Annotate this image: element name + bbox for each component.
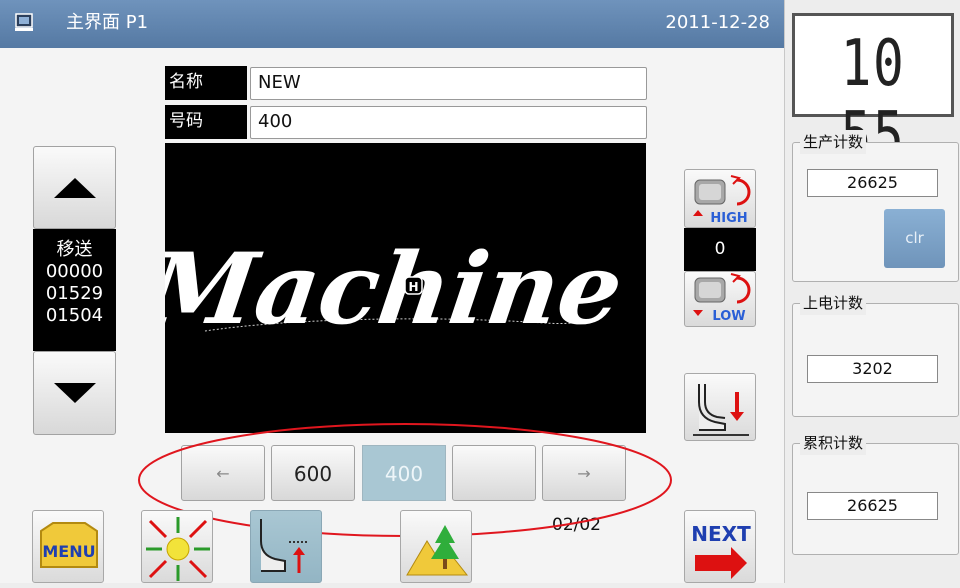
- svg-text:HIGH: HIGH: [710, 211, 747, 226]
- next-button[interactable]: NEXT: [684, 510, 756, 583]
- thread-trim-button[interactable]: [250, 510, 322, 583]
- speed-high-button[interactable]: HIGH: [684, 169, 756, 228]
- pattern-preview: Machine H: [165, 143, 646, 433]
- name-field[interactable]: NEW: [250, 67, 647, 100]
- speed-value: 0: [684, 228, 756, 271]
- number-field[interactable]: 400: [250, 106, 647, 139]
- sun-origin-icon: [146, 517, 210, 581]
- down-arrow-icon: [53, 383, 96, 403]
- feed-value-2: 01504: [45, 305, 104, 326]
- presser-foot-button[interactable]: [684, 373, 756, 441]
- cumulative-counter-group: 累积计数 26625: [792, 431, 959, 555]
- svg-text:LOW: LOW: [712, 309, 745, 324]
- motor-low-icon: LOW: [693, 273, 751, 324]
- home-marker-label: H: [408, 280, 418, 294]
- origin-button[interactable]: [141, 510, 213, 583]
- clock-display: 10 55: [792, 13, 954, 172]
- next-arrow-icon: NEXT: [691, 522, 751, 579]
- production-counter-value: 26625: [807, 169, 938, 197]
- power-on-counter-group: 上电计数 3202: [792, 291, 959, 417]
- motor-high-icon: HIGH: [693, 175, 751, 226]
- monitor-icon: [15, 13, 33, 31]
- number-label: 号码: [165, 105, 247, 139]
- production-counter-group: 生产计数 26625 clr: [792, 130, 959, 282]
- landscape-tree-icon: [406, 525, 469, 576]
- pattern-text: Machine: [165, 232, 629, 346]
- cumulative-counter-label: 累积计数: [800, 431, 867, 455]
- presser-foot-icon: [693, 384, 749, 436]
- date-display: 2011-12-28: [665, 12, 770, 33]
- menu-button[interactable]: MENU: [32, 510, 104, 583]
- feed-value-1: 01529: [45, 283, 104, 304]
- move-down-button[interactable]: [33, 351, 116, 435]
- clear-button[interactable]: clr: [884, 209, 945, 268]
- title-bar: 主界面 P1 2011-12-28: [0, 0, 784, 48]
- production-counter-label: 生产计数: [800, 130, 867, 154]
- thread-trim-icon: [260, 519, 307, 573]
- feed-label: 移送: [56, 239, 93, 260]
- cumulative-counter-value: 26625: [807, 492, 938, 520]
- svg-text:MENU: MENU: [42, 542, 95, 561]
- page-title: 主界面 P1: [66, 12, 149, 33]
- feed-panel: 移送 00000 01529 01504: [33, 229, 116, 351]
- name-label: 名称: [165, 66, 247, 100]
- image-button[interactable]: [400, 510, 472, 583]
- right-panel: 10 55 生产计数 26625 clr 上电计数 3202 累积计数 2662…: [784, 0, 960, 583]
- feed-value-0: 00000: [45, 261, 104, 282]
- power-on-counter-label: 上电计数: [800, 291, 867, 315]
- svg-text:NEXT: NEXT: [691, 522, 751, 546]
- up-arrow-icon: [53, 177, 96, 198]
- power-on-counter-value: 3202: [807, 355, 938, 383]
- move-up-button[interactable]: [33, 146, 116, 229]
- speed-low-button[interactable]: LOW: [684, 271, 756, 327]
- menu-icon: MENU: [40, 522, 98, 568]
